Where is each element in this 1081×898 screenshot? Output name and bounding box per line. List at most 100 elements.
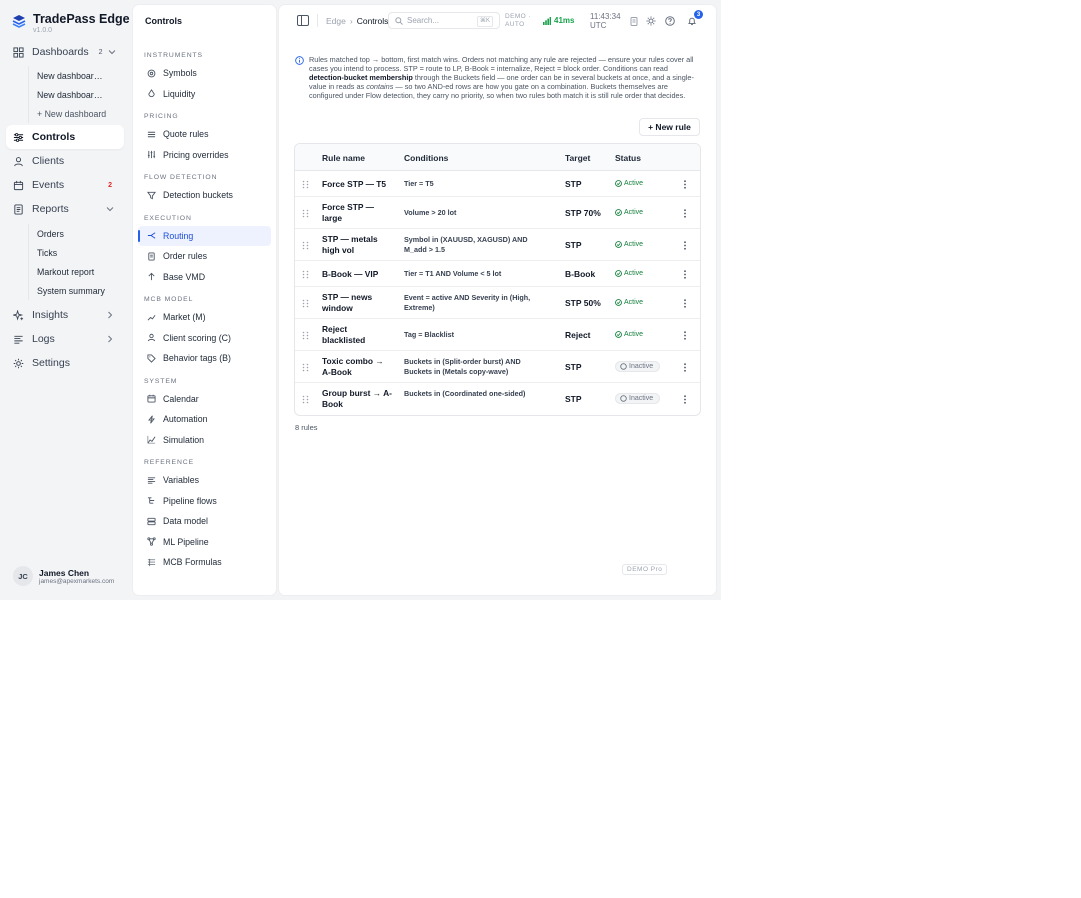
sub-dashboard-2[interactable]: New dashboar… xyxy=(37,85,124,104)
sub-dashboard-1[interactable]: New dashboar… xyxy=(37,66,124,85)
panel-item-simulation[interactable]: Simulation xyxy=(138,430,271,451)
divider xyxy=(317,14,318,27)
panel-item-mcb-formulas[interactable]: MCB Formulas xyxy=(138,552,271,573)
nav-dashboards[interactable]: Dashboards 2 xyxy=(6,40,124,64)
drag-handle-icon[interactable] xyxy=(302,180,309,189)
panel-item-symbols[interactable]: Symbols xyxy=(138,63,271,84)
row-menu-icon[interactable] xyxy=(683,298,687,308)
app-window: TradePass Edge v1.0.0 Dashboards 2 New d… xyxy=(0,0,721,600)
sub-report-orders[interactable]: Orders xyxy=(37,224,124,243)
panel-item-client-scoring-c[interactable]: Client scoring (C) xyxy=(138,328,271,349)
nav-reports[interactable]: Reports xyxy=(6,197,124,221)
panel-item-liquidity[interactable]: Liquidity xyxy=(138,84,271,105)
rule-name[interactable]: Toxic combo → A-Book xyxy=(322,356,392,378)
panel-item-label: Routing xyxy=(163,230,194,241)
panel-item-pipeline-flows[interactable]: Pipeline flows xyxy=(138,491,271,512)
rules-table: Rule name Conditions Target Status Force… xyxy=(294,143,701,416)
sidebar-toggle-icon[interactable] xyxy=(297,15,309,26)
row-menu-icon[interactable] xyxy=(683,179,687,189)
row-menu-icon[interactable] xyxy=(683,362,687,372)
search-input[interactable]: Search... ⌘K xyxy=(388,12,500,29)
sub-report-markout[interactable]: Markout report xyxy=(37,262,124,281)
rule-name[interactable]: Force STP — T5 xyxy=(322,179,392,190)
header-conditions[interactable]: Conditions xyxy=(404,153,448,163)
nav-dashboards-label: Dashboards xyxy=(32,46,89,58)
panel-item-behavior-tags-b[interactable]: Behavior tags (B) xyxy=(138,348,271,369)
panel-item-data-model[interactable]: Data model xyxy=(138,511,271,532)
panel-item-automation[interactable]: Automation xyxy=(138,409,271,430)
row-menu-icon[interactable] xyxy=(683,208,687,218)
help-icon[interactable] xyxy=(665,16,675,26)
breadcrumb-edge[interactable]: Edge xyxy=(326,16,346,26)
chevron-right-icon[interactable] xyxy=(106,311,114,319)
panel-item-pricing-overrides[interactable]: Pricing overrides xyxy=(138,145,271,166)
info-part-1: Rules matched top → bottom, first match … xyxy=(309,55,694,74)
row-menu-icon[interactable] xyxy=(683,394,687,404)
rule-name[interactable]: Group burst → A-Book xyxy=(322,388,392,410)
row-menu-icon[interactable] xyxy=(683,330,687,340)
clock-zone: UTC xyxy=(590,21,607,30)
drag-handle-icon[interactable] xyxy=(302,270,309,279)
nav-clients[interactable]: Clients xyxy=(6,149,124,173)
new-rule-button[interactable]: + New rule xyxy=(639,118,700,136)
table-body: Force STP — T5 Tier = T5 STP Active Force ST… xyxy=(295,171,700,415)
panel-item-routing[interactable]: Routing xyxy=(138,225,271,246)
header-status[interactable]: Status xyxy=(615,153,641,163)
nav-logs[interactable]: Logs xyxy=(6,327,124,351)
clipboard-icon[interactable] xyxy=(629,16,639,26)
panel-item-variables[interactable]: Variables xyxy=(138,470,271,491)
rule-name[interactable]: STP — news window xyxy=(322,292,392,314)
row-menu-icon[interactable] xyxy=(683,269,687,279)
info-icon xyxy=(295,56,304,65)
table-row[interactable]: STP — metals high vol Symbol in (XAUUSD, … xyxy=(295,229,700,261)
table-row[interactable]: Reject blacklisted Tag = Blacklist Reject A… xyxy=(295,319,700,351)
status-badge: Active xyxy=(615,331,643,338)
sun-icon[interactable] xyxy=(646,16,656,26)
chevron-down-icon[interactable] xyxy=(106,205,114,213)
drag-handle-icon[interactable] xyxy=(302,299,309,308)
table-row[interactable]: Force STP — large Volume > 20 lot STP 70% A… xyxy=(295,197,700,229)
chevron-right-icon[interactable] xyxy=(106,335,114,343)
new-dashboard-link[interactable]: + New dashboard xyxy=(37,104,124,123)
drag-handle-icon[interactable] xyxy=(302,209,309,218)
rule-name[interactable]: Force STP — large xyxy=(322,202,392,224)
drag-handle-icon[interactable] xyxy=(302,395,309,404)
brand[interactable]: TradePass Edge v1.0.0 xyxy=(12,12,130,35)
breadcrumb-separator: › xyxy=(349,16,353,26)
nav-settings[interactable]: Settings xyxy=(6,351,124,375)
status-badge: Active xyxy=(615,180,643,187)
chevron-down-icon[interactable] xyxy=(108,48,116,56)
nav-insights[interactable]: Insights xyxy=(6,303,124,327)
clock-time: 11:43:34 xyxy=(590,12,621,21)
table-row[interactable]: STP — news window Event = active AND Seve… xyxy=(295,287,700,319)
mode-indicator[interactable]: DEMO · AUTO xyxy=(505,13,531,29)
status-label: Inactive xyxy=(629,395,654,402)
user-profile[interactable]: JC James Chen james@apexmarkets.com xyxy=(13,566,114,586)
sub-report-ticks[interactable]: Ticks xyxy=(37,243,124,262)
panel-item-market-m[interactable]: Market (M) xyxy=(138,307,271,328)
table-row[interactable]: Toxic combo → A-Book Buckets in (Split-or… xyxy=(295,351,700,383)
panel-item-ml-pipeline[interactable]: ML Pipeline xyxy=(138,532,271,553)
header-rule-name[interactable]: Rule name xyxy=(322,153,365,163)
status-label: Active xyxy=(624,330,644,338)
panel-item-order-rules[interactable]: Order rules xyxy=(138,246,271,267)
sub-report-system-summary[interactable]: System summary xyxy=(37,281,124,300)
table-row[interactable]: Force STP — T5 Tier = T5 STP Active xyxy=(295,171,700,197)
table-row[interactable]: Group burst → A-Book Buckets in (Coordina… xyxy=(295,383,700,415)
panel-item-base-vmd[interactable]: Base VMD xyxy=(138,267,271,288)
drag-handle-icon[interactable] xyxy=(302,241,309,250)
nav-clients-label: Clients xyxy=(32,155,65,167)
rule-name[interactable]: B-Book — VIP xyxy=(322,269,392,280)
rule-name[interactable]: Reject blacklisted xyxy=(322,324,392,346)
drag-handle-icon[interactable] xyxy=(302,363,309,372)
nav-events[interactable]: Events 2 xyxy=(6,173,124,197)
panel-item-calendar[interactable]: Calendar xyxy=(138,389,271,410)
panel-item-quote-rules[interactable]: Quote rules xyxy=(138,124,271,145)
drag-handle-icon[interactable] xyxy=(302,331,309,340)
panel-item-detection-buckets[interactable]: Detection buckets xyxy=(138,185,271,206)
header-target[interactable]: Target xyxy=(565,153,590,163)
nav-controls[interactable]: Controls xyxy=(6,125,124,149)
table-row[interactable]: B-Book — VIP Tier = T1 AND Volume < 5 lot… xyxy=(295,261,700,287)
row-menu-icon[interactable] xyxy=(683,240,687,250)
rule-name[interactable]: STP — metals high vol xyxy=(322,234,392,256)
